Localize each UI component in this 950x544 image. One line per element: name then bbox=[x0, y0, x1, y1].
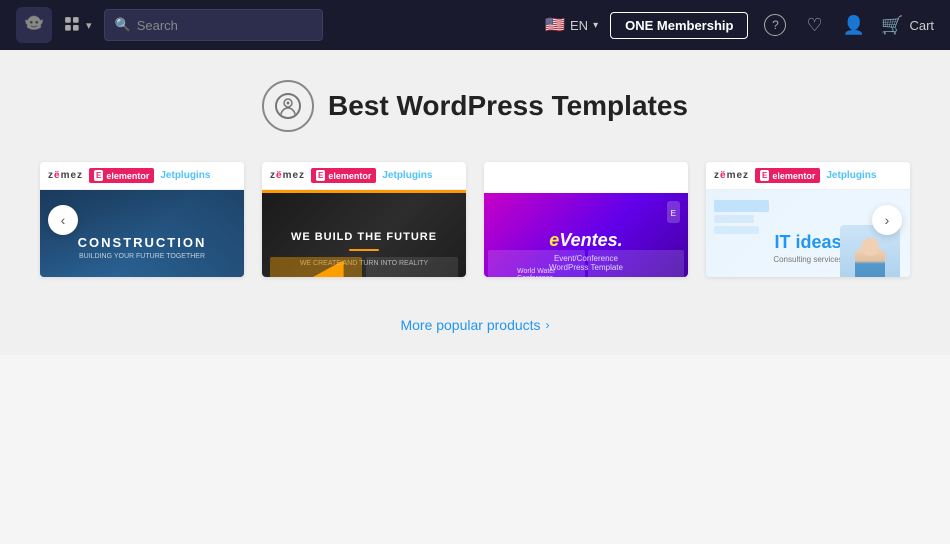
products-wrapper: ‹ zëmez E elementor Jetplugins CONSTRUCT… bbox=[40, 162, 910, 277]
jet-badge-4: Jetplugins bbox=[826, 170, 876, 181]
language-selector[interactable]: 🇺🇸 EN ▾ bbox=[545, 15, 598, 35]
construction-overlay-text: CONSTRUCTION bbox=[78, 235, 207, 250]
lang-code: EN bbox=[570, 18, 588, 33]
product-badges-4: zëmez E elementor Jetplugins bbox=[706, 162, 910, 190]
cart-icon: 🛒 bbox=[881, 15, 903, 36]
grid-menu-button[interactable]: ▾ bbox=[64, 16, 92, 34]
next-arrow[interactable]: › bbox=[872, 205, 902, 235]
more-chevron-icon: › bbox=[546, 318, 550, 332]
eventes-overlay-title: eVentes. bbox=[549, 230, 622, 251]
elementor-badge-4: E elementor bbox=[755, 168, 820, 183]
products-section: ‹ zëmez E elementor Jetplugins CONSTRUCT… bbox=[0, 152, 950, 307]
product-image-1[interactable]: CONSTRUCTION BUILDING YOUR FUTURE TOGETH… bbox=[40, 190, 244, 277]
itideas-overlay-title: IT ideas bbox=[774, 232, 841, 253]
jet-badge: Jetplugins bbox=[160, 170, 210, 181]
zemez-badge-4: zëmez bbox=[714, 170, 749, 181]
worky-overlay-text: WE BUILD THE FUTURE bbox=[291, 231, 437, 243]
product-image-2[interactable]: WE BUILD THE FUTURE WE CREATE AND TURN I… bbox=[262, 190, 466, 277]
hero-section: Best WordPress Templates bbox=[0, 50, 950, 152]
product-image-3[interactable]: eVentes. Event/ConferenceWordPress Templ… bbox=[484, 193, 688, 277]
cart-button[interactable]: 🛒 Cart bbox=[881, 15, 934, 36]
site-logo[interactable] bbox=[16, 7, 52, 43]
cart-label: Cart bbox=[909, 18, 934, 33]
account-button[interactable]: 👤 bbox=[839, 11, 869, 40]
help-icon: ? bbox=[764, 14, 786, 36]
product-card-3: – eVentes. Event/ConferenceWordPress Tem… bbox=[484, 162, 688, 277]
membership-button[interactable]: ONE Membership bbox=[610, 12, 748, 39]
navbar: ▾ 🔍 🇺🇸 EN ▾ ONE Membership ? ♡ 👤 🛒 Cart bbox=[0, 0, 950, 50]
search-input[interactable] bbox=[137, 18, 313, 33]
hero-icon bbox=[262, 80, 314, 132]
hero-title: Best WordPress Templates bbox=[328, 90, 688, 122]
jet-badge-2: Jetplugins bbox=[382, 170, 432, 181]
wishlist-button[interactable]: ♡ bbox=[802, 11, 826, 40]
zemez-badge-2: zëmez bbox=[270, 170, 305, 181]
itideas-sub-text: Consulting services bbox=[773, 255, 842, 264]
product-badges-2: zëmez E elementor Jetplugins bbox=[262, 162, 466, 190]
grid-menu-arrow: ▾ bbox=[86, 19, 92, 32]
user-icon: 👤 bbox=[843, 15, 865, 36]
more-products-section: More popular products › bbox=[0, 307, 950, 355]
more-products-link[interactable]: More popular products › bbox=[400, 317, 549, 333]
flag-icon: 🇺🇸 bbox=[545, 15, 565, 35]
more-products-label: More popular products bbox=[400, 317, 540, 333]
product-card-2: zëmez E elementor Jetplugins WE BUILD TH… bbox=[262, 162, 466, 277]
prev-arrow[interactable]: ‹ bbox=[48, 205, 78, 235]
zemez-badge: zëmez bbox=[48, 170, 83, 181]
elementor-badge-2: E elementor bbox=[311, 168, 376, 183]
elementor-badge: E elementor bbox=[89, 168, 154, 183]
construction-sub-text: BUILDING YOUR FUTURE TOGETHER bbox=[79, 253, 205, 260]
heart-icon: ♡ bbox=[806, 15, 822, 36]
product-image-4[interactable]: IT ideas Consulting services bbox=[706, 190, 910, 277]
lang-chevron: ▾ bbox=[593, 20, 598, 31]
search-bar[interactable]: 🔍 bbox=[104, 9, 324, 41]
search-icon: 🔍 bbox=[115, 17, 131, 33]
product-badges-1: zëmez E elementor Jetplugins bbox=[40, 162, 244, 190]
help-button[interactable]: ? bbox=[760, 10, 790, 40]
